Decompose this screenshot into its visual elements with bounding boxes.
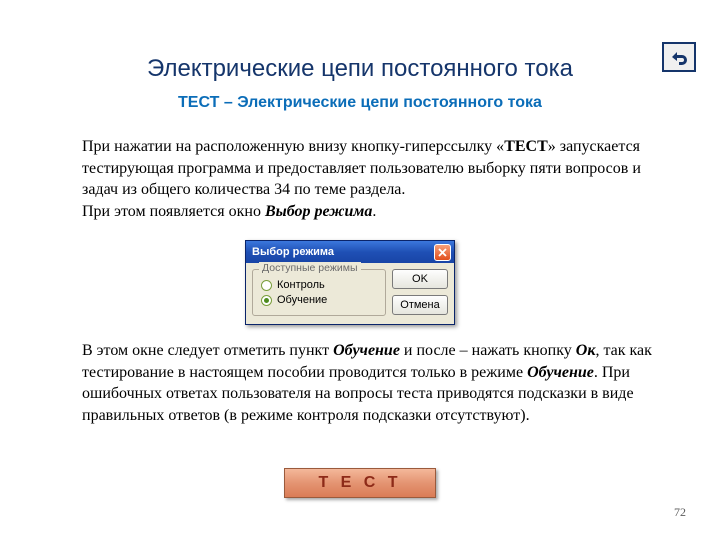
page-subtitle: ТЕСТ – Электрические цепи постоянного то…	[0, 94, 720, 112]
dialog-title: Выбор режима	[252, 246, 334, 258]
mode-groupbox: Доступные режимы Контроль Обучение	[252, 269, 386, 316]
radio-label: Обучение	[277, 294, 327, 306]
text: .	[372, 203, 376, 220]
text-italic: Обучение	[527, 364, 594, 381]
text-italic: Обучение	[333, 342, 400, 359]
radio-label: Контроль	[277, 279, 325, 291]
cancel-button[interactable]: Отмена	[392, 295, 448, 315]
radio-icon	[261, 295, 272, 306]
dialog-close-button[interactable]	[434, 244, 451, 261]
radio-option-control[interactable]: Контроль	[261, 279, 377, 291]
text: При этом появляется окно	[82, 203, 265, 220]
close-icon	[438, 248, 447, 257]
text: В этом окне следует отметить пункт	[82, 342, 333, 359]
text: и после – нажать кнопку	[400, 342, 576, 359]
dialog-button-column: OK Отмена	[392, 269, 448, 316]
radio-option-learning[interactable]: Обучение	[261, 294, 377, 306]
radio-icon	[261, 280, 272, 291]
text-italic: Ок	[576, 342, 596, 359]
group-legend: Доступные режимы	[259, 262, 361, 274]
text-italic: Выбор режима	[265, 203, 372, 220]
page-title: Электрические цепи постоянного тока	[0, 55, 720, 83]
dialog-body: Доступные режимы Контроль Обучение OK От…	[246, 263, 454, 324]
page-number: 72	[674, 505, 686, 520]
mode-dialog: Выбор режима Доступные режимы Контроль О…	[245, 240, 455, 325]
ok-button[interactable]: OK	[392, 269, 448, 289]
dialog-titlebar[interactable]: Выбор режима	[246, 241, 454, 263]
text-bold: ТЕСТ	[504, 138, 548, 155]
instructions-paragraph: В этом окне следует отметить пункт Обуче…	[82, 340, 652, 426]
intro-paragraph: При нажатии на расположенную внизу кнопк…	[82, 136, 652, 222]
test-link-button[interactable]: Т Е С Т	[284, 468, 436, 498]
text: При нажатии на расположенную внизу кнопк…	[82, 138, 504, 155]
